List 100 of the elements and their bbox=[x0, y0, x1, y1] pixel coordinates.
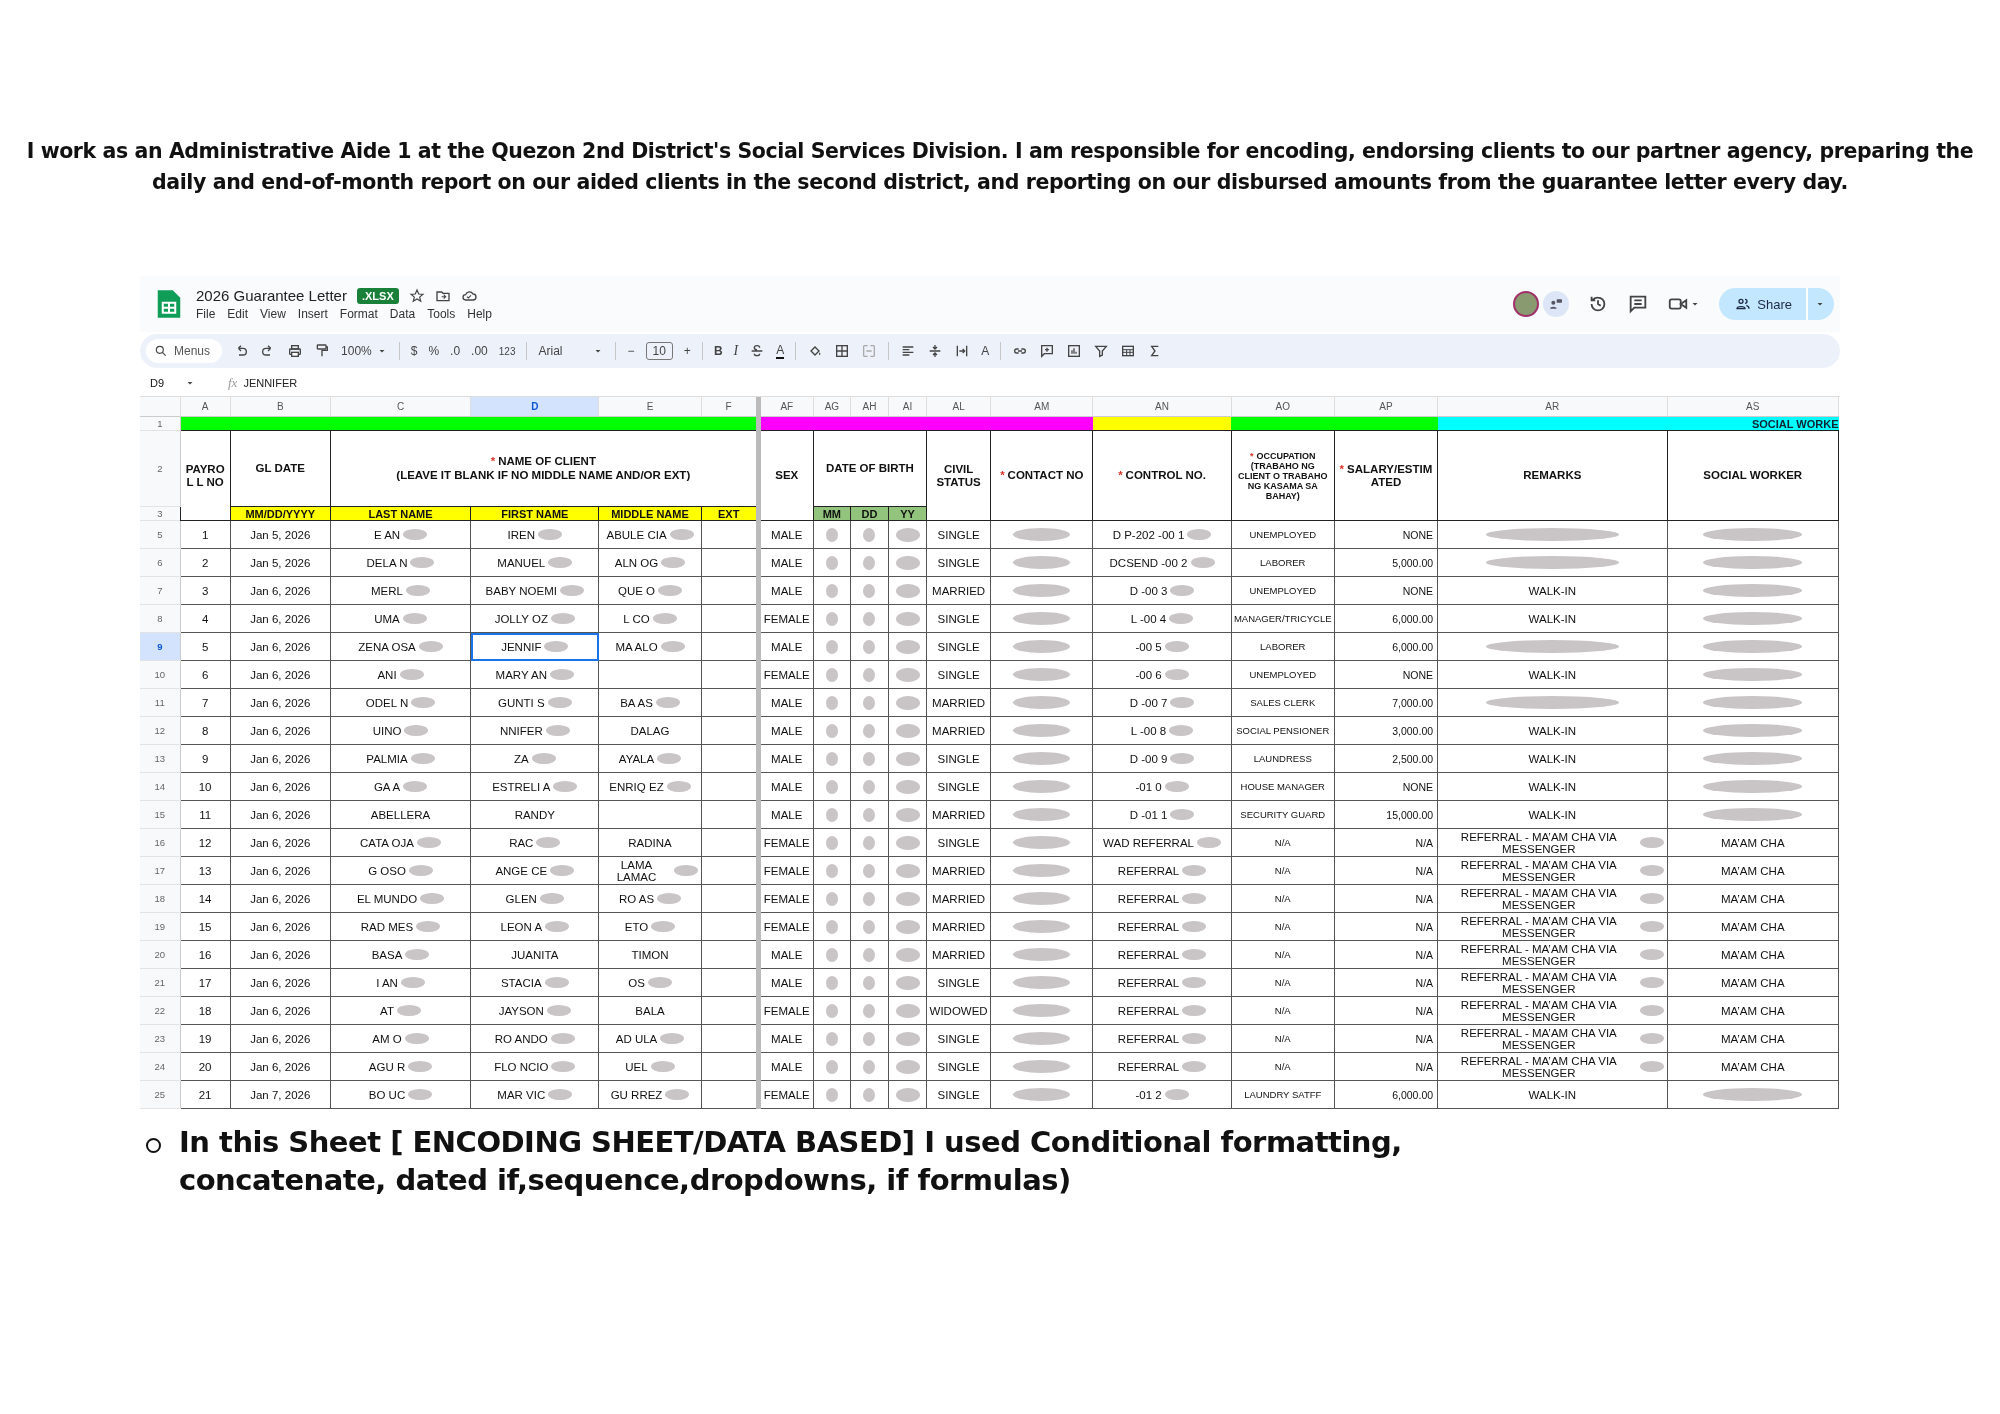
table-cell: N/A bbox=[1231, 1024, 1335, 1053]
table-icon[interactable] bbox=[1120, 343, 1137, 359]
menu-item[interactable]: File bbox=[196, 307, 216, 321]
column-header[interactable]: F bbox=[701, 397, 759, 417]
column-header[interactable]: AM bbox=[990, 397, 1093, 417]
row-number[interactable]: 18 bbox=[140, 884, 181, 913]
zoom-dropdown[interactable]: 100% bbox=[341, 344, 388, 358]
row-number[interactable]: 20 bbox=[140, 940, 181, 969]
row-number[interactable]: 12 bbox=[140, 716, 181, 745]
table-cell: 6 bbox=[180, 660, 231, 689]
column-header[interactable]: AO bbox=[1231, 397, 1335, 417]
paint-format-icon[interactable] bbox=[314, 343, 331, 359]
table-cell: SINGLE bbox=[926, 660, 991, 689]
column-header[interactable]: E bbox=[598, 397, 702, 417]
cell-text: LAMA LAMAC bbox=[615, 858, 658, 883]
filter-icon[interactable] bbox=[1093, 343, 1110, 359]
print-icon[interactable] bbox=[287, 343, 304, 359]
menu-item[interactable]: Help bbox=[467, 307, 492, 321]
row-number[interactable]: 19 bbox=[140, 912, 181, 941]
column-header[interactable]: D bbox=[470, 397, 599, 417]
name-box[interactable]: D9 bbox=[140, 377, 220, 389]
table-cell: WALK-IN bbox=[1437, 772, 1668, 801]
table-cell: SALES CLERK bbox=[1231, 688, 1335, 717]
row-number[interactable]: 21 bbox=[140, 968, 181, 997]
cell-text: D -00 9 bbox=[1129, 752, 1168, 765]
text-color-button[interactable]: A bbox=[776, 343, 785, 359]
bold-button[interactable]: B bbox=[713, 344, 723, 358]
column-header[interactable]: A bbox=[180, 397, 231, 417]
document-title[interactable]: 2026 Guarantee Letter bbox=[196, 287, 347, 304]
menu-item[interactable]: Edit bbox=[227, 307, 249, 321]
increase-size-button[interactable]: + bbox=[683, 344, 691, 358]
chart-icon[interactable] bbox=[1066, 343, 1083, 359]
row-number[interactable]: 16 bbox=[140, 828, 181, 857]
row-number[interactable]: 9 bbox=[140, 632, 181, 661]
share-button[interactable]: Share bbox=[1719, 288, 1806, 320]
row-number[interactable]: 14 bbox=[140, 772, 181, 801]
row-number[interactable]: 15 bbox=[140, 800, 181, 829]
font-dropdown[interactable]: Arial bbox=[538, 344, 605, 358]
text-rotation-button[interactable]: A bbox=[981, 344, 990, 358]
formula-field[interactable]: JENNIFER bbox=[243, 377, 298, 389]
column-header[interactable]: B bbox=[230, 397, 331, 417]
table-cell: N/A bbox=[1231, 884, 1335, 913]
decrease-size-button[interactable]: − bbox=[627, 344, 635, 358]
row-number[interactable]: 2 bbox=[140, 430, 181, 507]
cell-text: REFERRAL - MA’AM CHA VIA MESSENGER bbox=[1459, 886, 1618, 911]
column-header[interactable]: AH bbox=[850, 397, 889, 417]
column-title: * OCCUPATION (TRABAHO NG CLIENT O TRABAHO NG KASAMA SA BAHAY) bbox=[1231, 430, 1335, 521]
menu-item[interactable]: Format bbox=[339, 307, 378, 321]
table-cell: FEMALE bbox=[758, 856, 814, 885]
table-cell: MA’AM CHA bbox=[1667, 968, 1839, 997]
menu-item[interactable]: Data bbox=[389, 307, 416, 321]
row-number[interactable]: 17 bbox=[140, 856, 181, 885]
borders-icon[interactable] bbox=[834, 343, 851, 359]
column-header[interactable]: AF bbox=[758, 397, 814, 417]
search-field[interactable]: Menus bbox=[146, 339, 223, 363]
font-size-field[interactable]: 10 bbox=[645, 342, 673, 360]
row-number[interactable]: 11 bbox=[140, 688, 181, 717]
menu-item[interactable]: Insert bbox=[297, 307, 328, 321]
row-number[interactable]: 8 bbox=[140, 604, 181, 633]
add-comment-icon[interactable] bbox=[1039, 343, 1056, 359]
column-header[interactable]: AI bbox=[888, 397, 927, 417]
column-header[interactable]: AP bbox=[1334, 397, 1438, 417]
menu-item[interactable]: View bbox=[260, 307, 286, 321]
column-header[interactable]: C bbox=[330, 397, 471, 417]
row-number[interactable]: 25 bbox=[140, 1080, 181, 1109]
column-header[interactable]: AR bbox=[1437, 397, 1668, 417]
column-header[interactable]: AS bbox=[1667, 397, 1839, 417]
row-number[interactable]: 22 bbox=[140, 996, 181, 1025]
column-header[interactable]: AL bbox=[926, 397, 991, 417]
cell-text: ANGE CE bbox=[495, 864, 548, 877]
chat-button[interactable] bbox=[1543, 291, 1570, 317]
row-number[interactable]: 6 bbox=[140, 548, 181, 577]
number-format-button[interactable]: 123 bbox=[498, 345, 516, 357]
row-number[interactable]: 10 bbox=[140, 660, 181, 689]
menu-item[interactable]: Tools bbox=[427, 307, 456, 321]
cell-text: JOLLY OZ bbox=[494, 612, 548, 625]
table-cell: 5,000.00 bbox=[1334, 548, 1438, 577]
row-number[interactable]: 13 bbox=[140, 744, 181, 773]
avatar[interactable] bbox=[1513, 291, 1540, 317]
cell-text: REFERRAL - MA’AM CHA VIA MESSENGER bbox=[1459, 858, 1618, 883]
column-header[interactable]: AN bbox=[1092, 397, 1232, 417]
decrease-decimal-button[interactable]: .0 bbox=[450, 344, 461, 358]
star-icon[interactable] bbox=[408, 287, 425, 304]
increase-decimal-button[interactable]: .00 bbox=[471, 344, 488, 358]
cell-text: G OSO bbox=[368, 864, 406, 877]
percent-button[interactable]: % bbox=[428, 344, 440, 358]
cell-text: -00 5 bbox=[1135, 640, 1162, 653]
row-number[interactable]: 5 bbox=[140, 520, 181, 549]
table-cell: UNEMPLOYED bbox=[1231, 576, 1335, 605]
column-header[interactable]: AG bbox=[813, 397, 851, 417]
table-cell: 6,000.00 bbox=[1334, 604, 1438, 633]
row-number[interactable]: 7 bbox=[140, 576, 181, 605]
italic-button[interactable]: I bbox=[733, 343, 739, 359]
table-cell: 16 bbox=[180, 940, 231, 969]
table-cell: SINGLE bbox=[926, 744, 991, 773]
cell-text: MANUEL bbox=[497, 556, 546, 569]
row-number[interactable]: 23 bbox=[140, 1024, 181, 1053]
currency-button[interactable]: $ bbox=[410, 344, 418, 358]
table-cell: N/A bbox=[1334, 912, 1438, 941]
row-number[interactable]: 24 bbox=[140, 1052, 181, 1081]
